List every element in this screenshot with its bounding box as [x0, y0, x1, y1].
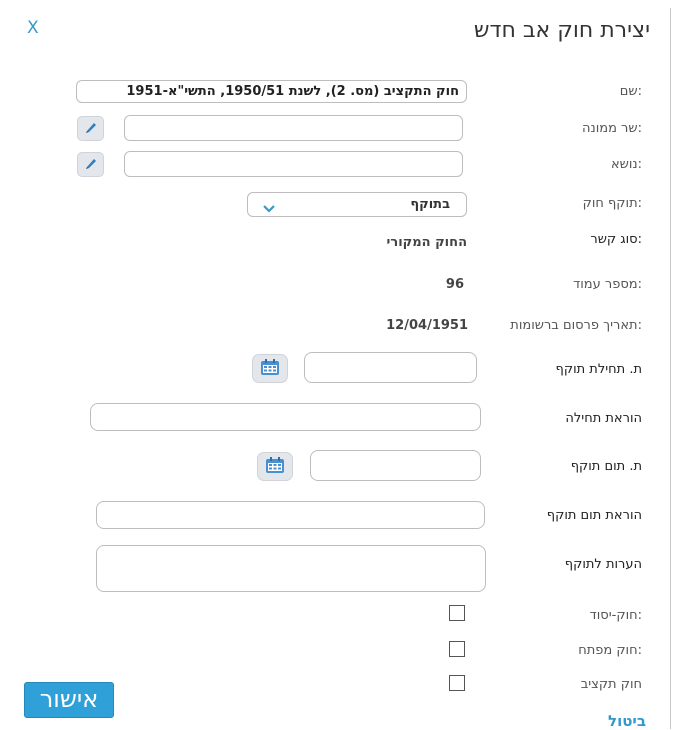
subject-input[interactable] — [124, 151, 463, 177]
pencil-icon — [84, 119, 98, 138]
start-date-input[interactable] — [304, 352, 477, 383]
budget-law-label: חוק תקציב — [580, 677, 642, 692]
cancel-link[interactable]: ביטול — [608, 712, 646, 730]
publication-date-label: תאריך פרסום ברשומות: — [510, 318, 642, 333]
page-number-value: 96 — [445, 277, 464, 292]
minister-input[interactable] — [124, 115, 463, 141]
budget-law-checkbox[interactable] — [449, 675, 465, 691]
end-provision-input[interactable] — [96, 501, 485, 529]
start-date-label: ת. תחילת תוקף — [555, 362, 642, 377]
end-provision-label: הוראת תום תוקף — [546, 508, 642, 523]
key-law-label: חוק מפתח: — [578, 643, 642, 658]
start-provision-label: הוראת תחילה — [565, 411, 642, 426]
name-label: שם: — [619, 84, 642, 99]
validity-notes-textarea[interactable] — [96, 545, 486, 592]
validity-notes-label: הערות לתוקף — [564, 557, 642, 572]
subject-label: נושא: — [610, 157, 642, 172]
end-date-picker-button[interactable] — [257, 452, 293, 481]
page-number-label: מספר עמוד: — [573, 277, 642, 292]
calendar-icon — [265, 456, 285, 478]
minister-edit-button[interactable] — [77, 116, 104, 141]
pencil-icon — [84, 155, 98, 174]
link-type-value: החוק המקורי — [386, 235, 467, 250]
chevron-down-icon — [262, 199, 276, 218]
basic-law-label: חוק-יסוד: — [589, 608, 642, 623]
start-date-picker-button[interactable] — [252, 354, 288, 383]
calendar-icon — [260, 358, 280, 380]
minister-label: שר ממונה: — [582, 121, 642, 136]
basic-law-checkbox[interactable] — [449, 605, 465, 621]
link-type-label: סוג קשר: — [590, 232, 642, 247]
dialog-title: יצירת חוק אב חדש — [473, 18, 650, 43]
subject-edit-button[interactable] — [77, 152, 104, 177]
dialog-right-border — [670, 8, 671, 729]
key-law-checkbox[interactable] — [449, 641, 465, 657]
name-input[interactable]: חוק התקציב (מס. 2), לשנת 1950/51, התשי"א… — [76, 80, 467, 103]
start-provision-input[interactable] — [90, 403, 481, 431]
end-date-input[interactable] — [310, 450, 481, 481]
ok-button[interactable]: אישור — [24, 682, 114, 718]
close-button[interactable]: X — [27, 20, 39, 37]
validity-selected-value: בתוקף — [410, 197, 450, 212]
publication-date-value: 12/04/1951 — [386, 318, 468, 333]
validity-select[interactable]: בתוקף — [247, 192, 467, 217]
validity-label: תוקף חוק: — [582, 196, 642, 211]
end-date-label: ת. תום תוקף — [570, 459, 642, 474]
